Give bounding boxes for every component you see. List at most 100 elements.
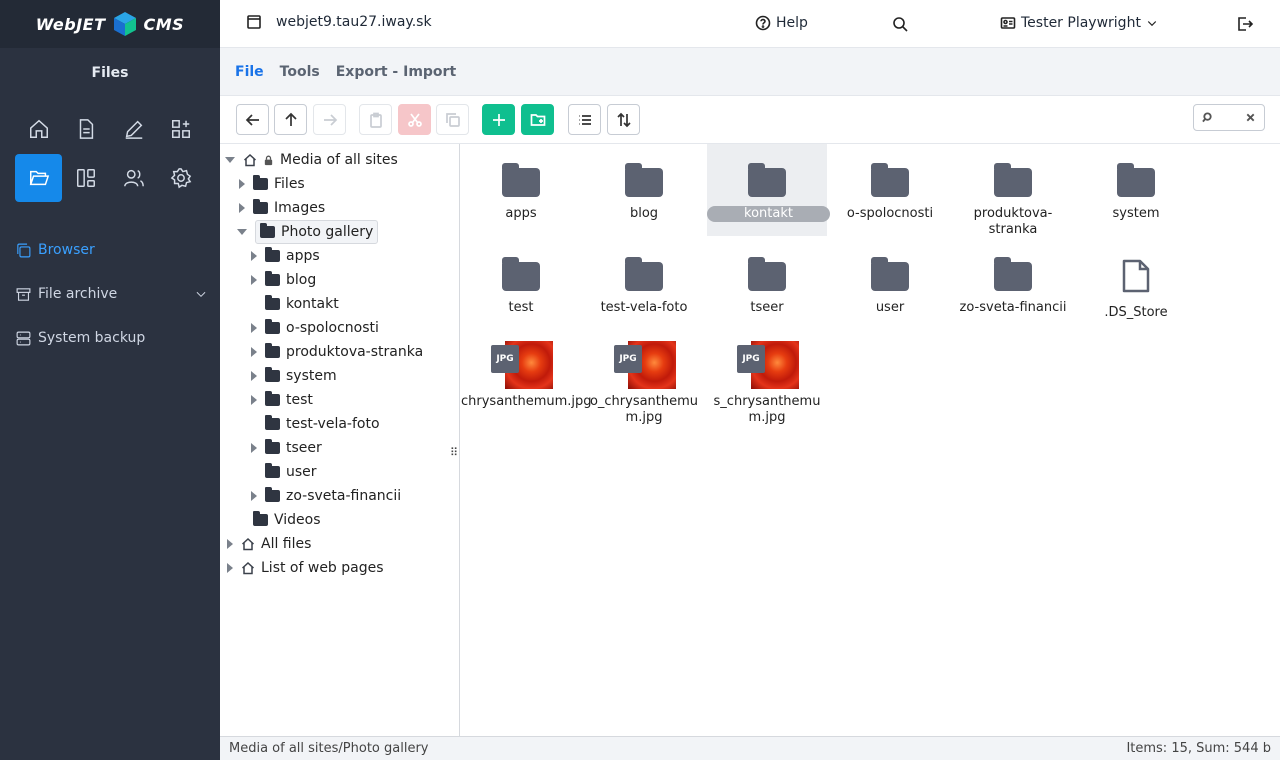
back-button[interactable] [236,104,269,135]
forward-button[interactable] [313,104,346,135]
app-home[interactable] [15,105,62,153]
question-circle-icon [755,15,771,31]
file-item-folder[interactable]: test [461,257,581,316]
file-item-folder[interactable]: apps [461,163,581,222]
app-files[interactable] [15,154,62,202]
tree-node-apps[interactable]: apps [251,244,320,268]
folder-icon [871,257,909,291]
view-list-button[interactable] [568,104,601,135]
app-edit[interactable] [110,105,157,153]
expand-arrow-icon[interactable] [239,179,245,189]
document-icon [79,119,94,139]
chevron-down-icon [1147,21,1157,27]
tree-node-system[interactable]: system [251,364,337,388]
tree-node-videos[interactable]: Videos [239,508,321,532]
expand-arrow-icon[interactable] [227,563,233,573]
tab-tools[interactable]: Tools [280,64,320,80]
tree-node-produktova-stranka[interactable]: produktova-stranka [251,340,423,364]
expand-arrow-icon[interactable] [251,491,257,501]
tree-node-all-files[interactable]: All files [227,532,311,556]
copy-button[interactable] [436,104,469,135]
tree-node-label: Media of all sites [280,152,398,168]
new-folder-button[interactable] [521,104,554,135]
file-item-folder-selected[interactable]: kontakt [707,144,830,236]
file-item-folder[interactable]: o-spolocnosti [830,163,950,222]
tree-node-label: blog [286,272,317,288]
app-users[interactable] [110,154,157,202]
app-components[interactable] [63,154,110,202]
expand-arrow-icon[interactable] [251,443,257,453]
expand-arrow-icon[interactable] [251,395,257,405]
collapse-arrow-icon[interactable] [237,229,247,235]
tree-node-label: List of web pages [261,560,384,576]
file-item-label: .DS_Store [1104,305,1168,320]
jpg-badge: JPG [491,345,519,373]
side-item-system-backup[interactable]: System backup [0,316,220,360]
tree-node-test-vela-foto[interactable]: test-vela-foto [251,412,380,436]
file-search-input[interactable] [1193,104,1265,131]
jpg-badge: JPG [737,345,765,373]
new-file-button[interactable] [482,104,515,135]
domain-selector[interactable]: webjet9.tau27.iway.sk [246,14,432,30]
tree-node-blog[interactable]: blog [251,268,316,292]
file-item-folder[interactable]: zo-sveta-financii [953,257,1073,316]
side-item-browser[interactable]: Browser [0,228,220,272]
tree-node-media-of-all-sites[interactable]: Media of all sites [225,148,398,172]
folder-icon [265,343,280,358]
expand-arrow-icon[interactable] [251,371,257,381]
file-item-folder[interactable]: test-vela-foto [584,257,704,316]
app-settings[interactable] [158,154,205,202]
tree-node-kontakt[interactable]: kontakt [251,292,339,316]
folder-icon [265,487,280,502]
file-item-folder[interactable]: tseer [707,257,827,316]
logo-cms-text: CMS [143,14,185,34]
expand-arrow-icon[interactable] [227,539,233,549]
file-item-folder[interactable]: produktova-stranka [953,163,1073,238]
tab-file[interactable]: File [235,64,264,80]
file-item-image[interactable]: JPG o_chrysanthemum.jpg [584,341,704,426]
file-item-label: zo-sveta-financii [959,300,1067,315]
file-item-folder[interactable]: blog [584,163,704,222]
side-item-label: File archive [38,286,118,302]
tree-node-tseer[interactable]: tseer [251,436,322,460]
tree-node-test[interactable]: test [251,388,313,412]
tab-export-import[interactable]: Export - Import [336,64,456,80]
user-menu[interactable]: Tester Playwright [1000,15,1158,31]
file-item-folder[interactable]: user [830,257,950,316]
tree-node-zo-sveta-financii[interactable]: zo-sveta-financii [251,484,401,508]
sort-button[interactable] [607,104,640,135]
tree-node-label: Images [274,200,326,216]
expand-arrow-icon[interactable] [251,275,257,285]
app-apps[interactable] [158,105,205,153]
expand-arrow-icon[interactable] [251,251,257,261]
file-icon [1122,259,1150,293]
file-item-image[interactable]: JPG s_chrysanthemum.jpg [707,341,827,426]
file-item-image[interactable]: JPG chrysanthemum.jpg [461,341,592,410]
up-button[interactable] [274,104,307,135]
tree-node-list-of-web-pages[interactable]: List of web pages [227,556,384,580]
collapse-arrow-icon[interactable] [225,157,235,163]
tree-node-images[interactable]: Images [239,196,325,220]
panel-splitter-handle[interactable]: ⠿ [450,447,458,458]
search-icon [893,17,908,32]
expand-arrow-icon[interactable] [239,203,245,213]
paste-button[interactable] [359,104,392,135]
side-item-file-archive[interactable]: File archive [0,272,220,316]
tree-node-photo-gallery[interactable]: Photo gallery [237,220,379,244]
window-icon [247,15,261,29]
tree-node-user[interactable]: user [251,460,317,484]
tree-node-files[interactable]: Files [239,172,305,196]
file-item-folder[interactable]: system [1076,163,1196,222]
cut-button[interactable] [398,104,431,135]
file-item-document[interactable]: .DS_Store [1076,258,1196,321]
expand-arrow-icon[interactable] [251,323,257,333]
clear-icon[interactable] [1245,112,1256,123]
logout-button[interactable] [1236,15,1254,37]
folder-plus-icon [530,113,545,126]
logo[interactable]: WebJET CMS [0,0,220,48]
help-button[interactable]: Help [755,15,808,31]
header-search-button[interactable] [892,16,908,36]
tree-node-o-spolocnosti[interactable]: o-spolocnosti [251,316,379,340]
expand-arrow-icon[interactable] [251,347,257,357]
app-pages[interactable] [63,105,110,153]
